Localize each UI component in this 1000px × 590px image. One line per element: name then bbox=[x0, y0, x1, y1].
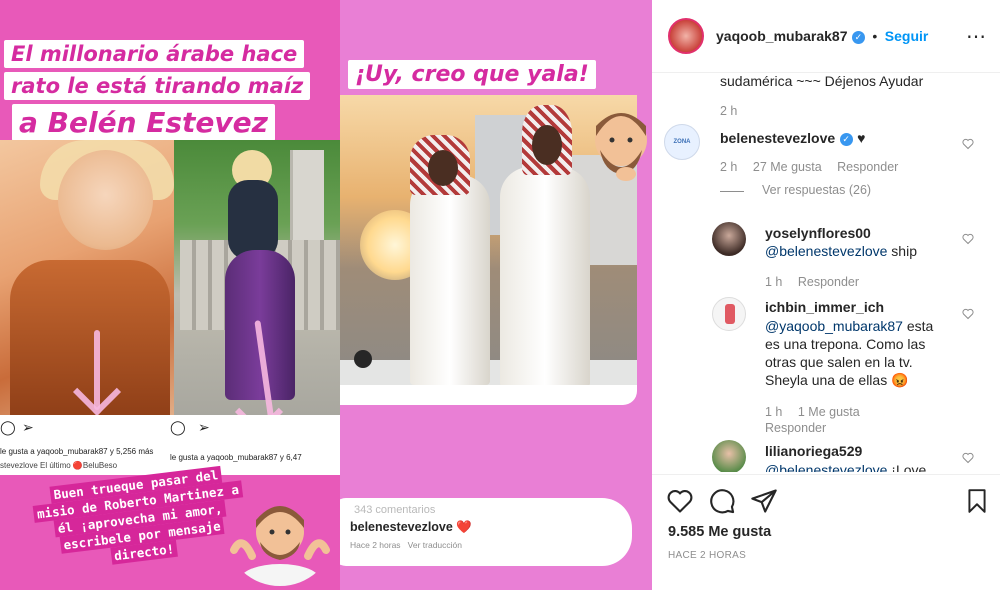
photo-face bbox=[428, 150, 458, 186]
comment-username[interactable]: belenestevezlove bbox=[720, 130, 835, 146]
comment-4-clip: lilianoriega529 @belenestevezlove ¡Love bbox=[652, 440, 1000, 472]
post-likes: le gusta a yaqoob_mubarak87 y 5,256 más bbox=[0, 447, 154, 456]
headline-line-1: El millonario árabe hace bbox=[4, 40, 305, 68]
reply-button[interactable]: Responder bbox=[765, 421, 826, 435]
verified-badge-icon: ✓ bbox=[851, 31, 865, 44]
comment-text: @yaqoob_mubarak87 esta bbox=[765, 318, 933, 334]
comment-text: @belenestevezlove ship bbox=[765, 243, 917, 259]
comment-1-meta: 2 h 27 Me gusta Responder bbox=[720, 160, 898, 174]
shrug-emoji bbox=[230, 506, 330, 586]
reply-button[interactable]: Responder bbox=[798, 275, 859, 289]
view-replies-button[interactable]: Ver respuestas (26) bbox=[762, 183, 871, 197]
story-mid-headline: ¡Uy, creo que yala! bbox=[348, 60, 596, 89]
post-timestamp: HACE 2 HORAS bbox=[668, 550, 747, 561]
comment-card: 343 comentarios belenestevezlove ❤️ Hace… bbox=[340, 498, 632, 566]
share-plane-icon[interactable] bbox=[750, 487, 778, 515]
mention-link[interactable]: @belenestevezlove bbox=[765, 243, 887, 259]
separator-dot: • bbox=[872, 28, 878, 44]
comments-count: 343 comentarios bbox=[354, 504, 436, 516]
like-heart-icon[interactable] bbox=[666, 487, 694, 515]
photo-torso bbox=[228, 180, 278, 260]
more-options-icon[interactable]: ⋯ bbox=[966, 24, 986, 49]
thinking-emoji bbox=[595, 113, 647, 181]
translate-link[interactable]: Ver traducción bbox=[408, 540, 462, 550]
photo-robe bbox=[500, 167, 590, 385]
post-likes: le gusta a yaqoob_mubarak87 y 6,47 bbox=[170, 453, 302, 462]
comment-text: ♥ bbox=[857, 130, 866, 146]
verified-badge-icon: ✓ bbox=[839, 133, 853, 146]
comment-avatar[interactable]: ZONA PALFA bbox=[664, 124, 700, 160]
profile-avatar[interactable] bbox=[668, 18, 704, 54]
photo-face bbox=[532, 125, 562, 165]
angry-emoji: 😡 bbox=[891, 372, 909, 388]
comment-body: Sheyla una de ellas bbox=[765, 372, 888, 388]
comment-3-meta: 1 h 1 Me gusta bbox=[765, 405, 860, 419]
caption-time: 2 h bbox=[720, 104, 738, 118]
share-icon: ➢ bbox=[22, 419, 34, 435]
comment-bubble-icon[interactable] bbox=[708, 487, 736, 515]
comment-body: ¡Love bbox=[887, 462, 927, 472]
instagram-comments-panel: yaqoob_mubarak87 ✓ • Seguir ⋯ sudamérica… bbox=[652, 0, 1000, 590]
share-icon: ➢ bbox=[198, 419, 210, 435]
photo-face bbox=[58, 150, 153, 250]
headline-line-3: a Belén Estevez bbox=[12, 104, 275, 141]
story-left-panel: El millonario árabe hace rato le está ti… bbox=[0, 0, 340, 590]
comment-icon: ◯ bbox=[0, 419, 16, 435]
comment-user[interactable]: belenestevezlove bbox=[350, 520, 453, 534]
like-comment-heart-icon[interactable] bbox=[962, 233, 974, 245]
comment-time: 2 h bbox=[720, 160, 738, 174]
comment-body: esta bbox=[902, 318, 934, 334]
post-footer-card bbox=[340, 385, 637, 405]
comment-username[interactable]: yoselynflores00 bbox=[765, 225, 871, 241]
comment-time: Hace 2 horas bbox=[350, 540, 401, 550]
headline-line-2: rato le está tirando maíz bbox=[4, 72, 311, 100]
comment-username[interactable]: lilianoriega529 bbox=[765, 443, 862, 459]
comment-likes[interactable]: 27 Me gusta bbox=[753, 160, 822, 174]
bookmark-icon[interactable] bbox=[964, 487, 990, 515]
likes-count[interactable]: 9.585 Me gusta bbox=[668, 524, 771, 540]
avatar-figure bbox=[725, 304, 735, 324]
story-mid-panel: ¡Uy, creo que yala! 343 comentarios bele… bbox=[340, 0, 652, 590]
comment-row: belenestevezlove ❤️ bbox=[350, 520, 472, 535]
like-comment-heart-icon[interactable] bbox=[962, 138, 974, 150]
comment-avatar[interactable] bbox=[712, 440, 746, 472]
comment-avatar[interactable] bbox=[712, 297, 746, 331]
heart-emoji: ❤️ bbox=[456, 520, 472, 534]
replies-line bbox=[720, 191, 744, 192]
comment-username[interactable]: ichbin_immer_ich bbox=[765, 299, 884, 315]
comment-time: 1 h bbox=[765, 405, 783, 419]
caption-tail: sudamérica ~~~ Déjenos Ayudar bbox=[720, 73, 924, 89]
like-comment-heart-icon[interactable] bbox=[962, 308, 974, 320]
story-caption: Buen trueque pasar del misio de Roberto … bbox=[16, 462, 265, 576]
mention-link[interactable]: @yaqoob_mubarak87 bbox=[765, 318, 903, 334]
embedded-post-left: ◯ ➢ le gusta a yaqoob_mubarak87 y 5,256 … bbox=[0, 415, 164, 475]
divider bbox=[652, 474, 1000, 475]
comment-icon: ◯ bbox=[170, 419, 186, 435]
comment-text: @belenestevezlove ¡Love bbox=[765, 462, 926, 472]
mention-link[interactable]: @belenestevezlove bbox=[765, 462, 887, 472]
post-caption: stevezlove El último 🔴BeluBeso bbox=[0, 461, 118, 470]
profile-header: yaqoob_mubarak87 ✓ • Seguir bbox=[716, 28, 928, 46]
like-comment-heart-icon[interactable] bbox=[962, 452, 974, 464]
comment-time: 1 h bbox=[765, 275, 783, 289]
comment-2-meta: 1 h Responder bbox=[765, 275, 859, 289]
comment-body-line: otras que salen en la tv. bbox=[765, 354, 913, 370]
comment-likes[interactable]: 1 Me gusta bbox=[798, 405, 860, 419]
profile-username[interactable]: yaqoob_mubarak87 bbox=[716, 28, 848, 44]
comment-body-line: es una trepona. Como las bbox=[765, 336, 926, 352]
comment-avatar[interactable] bbox=[712, 222, 746, 256]
photo-robe bbox=[410, 175, 490, 385]
reply-button[interactable]: Responder bbox=[837, 160, 898, 174]
user-tag-icon bbox=[354, 350, 372, 368]
comment-body: ship bbox=[887, 243, 917, 259]
comment-meta: Hace 2 horas Ver traducción bbox=[350, 540, 462, 550]
comment-body-line: Sheyla una de ellas 😡 bbox=[765, 372, 909, 389]
follow-button[interactable]: Seguir bbox=[885, 28, 929, 44]
comment-1: belenestevezlove ✓ ♥ bbox=[720, 130, 865, 148]
